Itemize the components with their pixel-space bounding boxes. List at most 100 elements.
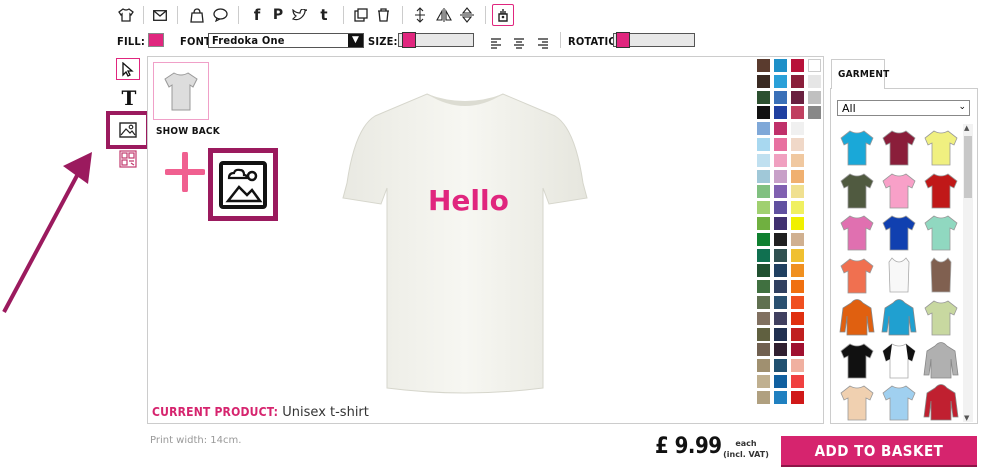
garment-thumbnail[interactable]: [839, 171, 875, 209]
color-swatch[interactable]: [791, 185, 804, 199]
shopping-bag-icon[interactable]: [188, 6, 206, 24]
garment-thumbnail[interactable]: [881, 383, 917, 421]
size-slider[interactable]: [398, 32, 474, 48]
color-swatch[interactable]: [757, 327, 770, 341]
pinterest-icon[interactable]: P: [269, 6, 287, 24]
color-swatch[interactable]: [757, 106, 770, 120]
color-swatch[interactable]: [757, 343, 770, 357]
add-to-basket-button[interactable]: ADD TO BASKET: [781, 436, 977, 467]
garment-thumbnail[interactable]: [881, 256, 917, 294]
garment-thumbnail[interactable]: [881, 298, 917, 336]
back-thumbnail[interactable]: [153, 62, 209, 120]
color-swatch[interactable]: [791, 327, 804, 341]
color-swatch[interactable]: [791, 390, 804, 404]
select-tool-button[interactable]: [116, 58, 140, 80]
garment-thumbnail[interactable]: [881, 213, 917, 251]
size-slider-handle[interactable]: [402, 32, 416, 48]
color-swatch[interactable]: [791, 359, 804, 373]
twitter-icon[interactable]: [290, 6, 308, 24]
garment-filter-select[interactable]: All ⌄: [837, 100, 970, 116]
color-swatch[interactable]: [791, 201, 804, 215]
color-swatch[interactable]: [757, 169, 770, 183]
image-tool-button[interactable]: [106, 111, 150, 149]
color-swatch[interactable]: [774, 296, 787, 309]
color-swatch[interactable]: [791, 153, 804, 167]
color-swatch[interactable]: [791, 169, 804, 183]
chat-icon[interactable]: [211, 6, 229, 24]
flip-horizontal-icon[interactable]: [435, 6, 453, 24]
scrollbar-thumb[interactable]: [964, 136, 972, 198]
flip-vertical-icon[interactable]: [458, 6, 476, 24]
color-swatch[interactable]: [757, 359, 770, 373]
color-swatch[interactable]: [808, 74, 821, 88]
color-swatch[interactable]: [774, 264, 787, 278]
text-tool-button[interactable]: T: [118, 88, 140, 108]
color-swatch[interactable]: [791, 138, 804, 151]
color-swatch[interactable]: [757, 311, 770, 325]
color-swatch[interactable]: [757, 232, 770, 246]
align-center-icon[interactable]: [513, 34, 525, 49]
garment-thumbnail[interactable]: [839, 256, 875, 294]
color-swatch[interactable]: [774, 106, 787, 120]
show-back-label[interactable]: SHOW BACK: [156, 126, 220, 137]
trash-icon[interactable]: [374, 6, 392, 24]
add-image-button[interactable]: [208, 148, 278, 221]
email-icon[interactable]: [151, 6, 169, 24]
garment-thumbnail[interactable]: [839, 383, 875, 421]
color-swatch[interactable]: [791, 264, 804, 278]
color-swatch[interactable]: [791, 106, 804, 120]
color-swatch[interactable]: [757, 217, 770, 230]
color-swatch[interactable]: [774, 248, 787, 262]
tab-garment[interactable]: GARMENT: [831, 59, 889, 89]
garment-thumbnail[interactable]: [923, 383, 959, 421]
color-swatch[interactable]: [791, 74, 804, 88]
color-swatch[interactable]: [774, 201, 787, 215]
design-text-hello[interactable]: Hello: [428, 184, 509, 217]
color-swatch[interactable]: [774, 359, 787, 373]
align-vertical-icon[interactable]: [411, 6, 429, 24]
color-swatch[interactable]: [808, 90, 821, 104]
color-swatch[interactable]: [808, 59, 821, 72]
color-swatch[interactable]: [757, 296, 770, 309]
scroll-down-icon[interactable]: ▼: [964, 414, 969, 422]
color-swatch[interactable]: [774, 169, 787, 183]
color-swatch[interactable]: [774, 59, 787, 72]
garment-thumbnail[interactable]: [923, 256, 959, 294]
color-swatch[interactable]: [774, 375, 787, 388]
garment-thumbnail[interactable]: [839, 128, 875, 166]
garment-thumbnail[interactable]: [839, 341, 875, 379]
tumblr-icon[interactable]: t: [315, 6, 333, 24]
color-swatch[interactable]: [774, 138, 787, 151]
tshirt-icon[interactable]: [117, 6, 135, 24]
color-swatch[interactable]: [774, 185, 787, 199]
garment-thumbnail[interactable]: [923, 213, 959, 251]
color-swatch[interactable]: [791, 59, 804, 72]
color-swatch[interactable]: [791, 375, 804, 388]
color-swatch[interactable]: [774, 153, 787, 167]
color-swatch[interactable]: [757, 201, 770, 215]
color-swatch[interactable]: [757, 90, 770, 104]
color-swatch[interactable]: [774, 343, 787, 357]
garment-thumbnail[interactable]: [881, 171, 917, 209]
qr-tool-button[interactable]: [119, 150, 137, 168]
color-swatch[interactable]: [757, 280, 770, 294]
font-select[interactable]: Fredoka One ▼: [208, 33, 364, 48]
garment-thumbnail[interactable]: [881, 128, 917, 166]
color-swatch[interactable]: [791, 232, 804, 246]
color-swatch[interactable]: [757, 390, 770, 404]
color-swatch[interactable]: [774, 232, 787, 246]
color-swatch[interactable]: [757, 59, 770, 72]
garment-thumbnail[interactable]: [839, 213, 875, 251]
garment-scrollbar[interactable]: ▲ ▼: [963, 124, 973, 422]
color-swatch[interactable]: [774, 280, 787, 294]
color-swatch[interactable]: [791, 296, 804, 309]
color-swatch[interactable]: [774, 390, 787, 404]
color-swatch[interactable]: [791, 280, 804, 294]
color-swatch[interactable]: [757, 375, 770, 388]
garment-thumbnail[interactable]: [923, 171, 959, 209]
garment-thumbnail[interactable]: [881, 341, 917, 379]
scroll-up-icon[interactable]: ▲: [964, 124, 969, 132]
color-swatch[interactable]: [791, 343, 804, 357]
rotation-slider[interactable]: [613, 32, 695, 48]
color-swatch[interactable]: [757, 248, 770, 262]
